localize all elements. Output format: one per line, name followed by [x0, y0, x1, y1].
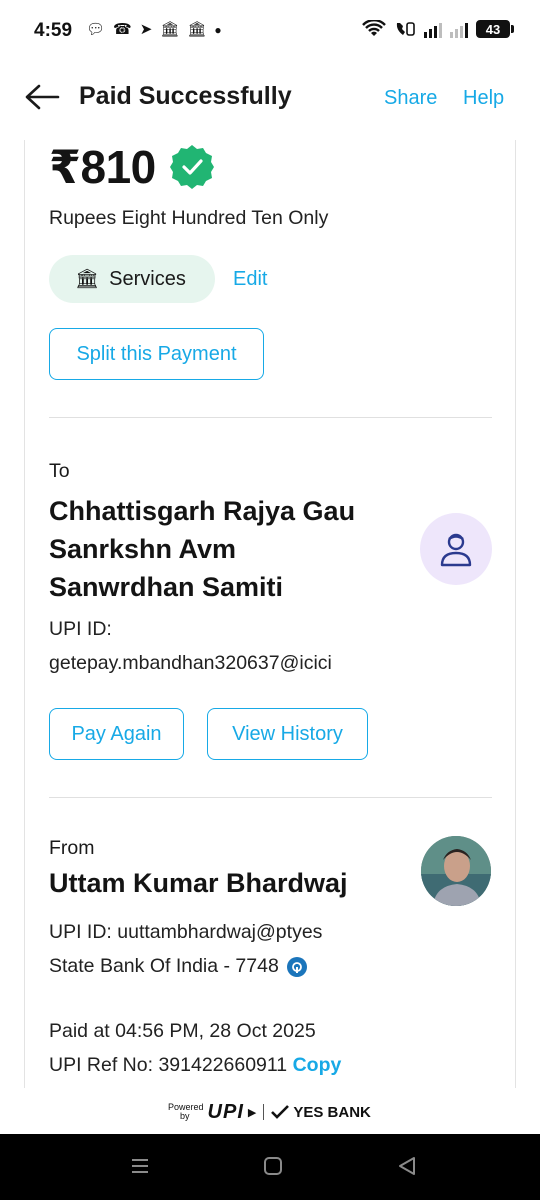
amount-in-words: Rupees Eight Hundred Ten Only — [49, 207, 329, 229]
recents-icon[interactable] — [130, 1154, 150, 1178]
missed-call-icon: ☎︎ — [113, 21, 132, 38]
powered-by-footer: Powered by UPI ▶ YES BANK — [168, 1099, 378, 1125]
upi-arrow-icon: ▶ — [247, 1106, 257, 1119]
payment-amount: ₹810 — [49, 141, 156, 193]
page-title: Paid Successfully — [79, 82, 292, 110]
volte-icon — [396, 22, 415, 36]
divider — [49, 797, 492, 798]
edit-category-link[interactable]: Edit — [233, 268, 267, 291]
sbi-app-icon: 🏛︎ — [160, 21, 180, 38]
system-nav-bar — [0, 1134, 540, 1200]
upi-ref-number: UPI Ref No: 391422660911 — [49, 1054, 288, 1076]
payer-bank-account: State Bank Of India - 7748 — [49, 955, 279, 977]
notification-icons: 💬︎ ☎︎ ➤ 🏛︎ 🏛︎ ● — [86, 19, 222, 41]
verified-check-icon — [169, 145, 214, 189]
sbi-app-icon: 🏛︎ — [187, 21, 207, 38]
amount-row: ₹810 — [49, 140, 216, 194]
home-icon[interactable] — [262, 1154, 284, 1178]
payee-name: Chhattisgarh Rajya Gau Sanrkshn Avm Sanw… — [49, 496, 356, 602]
category-chip[interactable]: 🏛︎ Services — [49, 255, 215, 303]
to-label: To — [49, 460, 70, 482]
view-history-button[interactable]: View History — [207, 708, 368, 760]
system-icons: 43 — [362, 20, 514, 38]
upi-logo: UPI — [207, 1100, 244, 1123]
payer-name: Uttam Kumar Bhardwaj — [49, 868, 348, 898]
help-button[interactable]: Help — [463, 87, 504, 110]
status-time: 4:59 — [34, 20, 73, 41]
status-bar: 4:59 💬︎ ☎︎ ➤ 🏛︎ 🏛︎ ● 43 — [0, 0, 540, 62]
yes-bank-logo: YES BANK — [293, 1103, 371, 1121]
payee-upi-id: getepay.mbandhan320637@icici — [49, 652, 332, 674]
signal-icon — [424, 20, 442, 38]
dot-icon: ● — [214, 23, 222, 37]
wifi-icon — [362, 20, 386, 36]
battery-icon: 43 — [476, 20, 514, 38]
person-icon — [440, 533, 472, 567]
upi-ref-row: UPI Ref No: 391422660911 Copy — [49, 1054, 341, 1077]
payee-avatar — [420, 513, 492, 585]
split-payment-button[interactable]: Split this Payment — [49, 328, 264, 380]
category-label: Services — [109, 267, 186, 290]
powered-by-text: Powered by — [168, 1102, 204, 1121]
share-button[interactable]: Share — [384, 87, 437, 110]
nav-back-icon[interactable] — [396, 1154, 418, 1178]
sbi-logo-icon — [286, 956, 307, 977]
payee-upi-label: UPI ID: — [49, 618, 112, 640]
copy-ref-button[interactable]: Copy — [293, 1054, 342, 1076]
separator — [263, 1104, 265, 1120]
from-label: From — [49, 837, 95, 859]
profile-photo — [421, 836, 491, 906]
payer-avatar — [421, 836, 491, 906]
telegram-icon: ➤ — [139, 21, 153, 38]
payer-bank-row: State Bank Of India - 7748 — [49, 955, 307, 978]
payment-card: ₹810 Rupees Eight Hundred Ten Only 🏛︎ Se… — [24, 140, 516, 1088]
bank-building-icon: 🏛︎ — [75, 269, 100, 290]
yes-bank-check-icon — [271, 1105, 290, 1119]
pay-again-button[interactable]: Pay Again — [49, 708, 184, 760]
app-header: Paid Successfully Share Help — [0, 72, 540, 126]
signal-icon — [450, 20, 468, 38]
chat-icon: 💬︎ — [86, 21, 106, 38]
back-arrow-icon[interactable] — [24, 82, 60, 112]
paid-at-timestamp: Paid at 04:56 PM, 28 Oct 2025 — [49, 1020, 316, 1042]
divider — [49, 417, 492, 418]
payer-upi-id: UPI ID: uuttambhardwaj@ptyes — [49, 921, 323, 943]
